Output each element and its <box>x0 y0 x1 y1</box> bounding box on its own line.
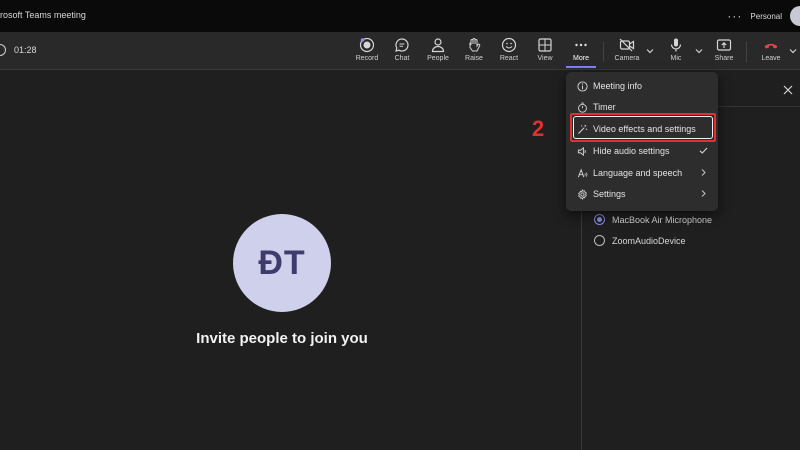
share-screen-icon <box>716 39 732 51</box>
avatar-initials: ĐT <box>258 243 306 282</box>
menu-item-label: Meeting info <box>593 81 643 91</box>
annotation-highlight-box <box>570 113 716 142</box>
shield-icon <box>0 44 6 56</box>
menu-item-hide-audio-settings[interactable]: Hide audio settings <box>566 140 718 162</box>
window-title: rosoft Teams meeting <box>0 10 86 20</box>
meeting-toolbar: 01:28 Record Chat People Raise React Vie… <box>0 32 800 70</box>
chevron-right-icon <box>701 190 706 197</box>
info-icon <box>577 80 588 92</box>
menu-item-label: Timer <box>593 102 616 112</box>
mic-button[interactable]: Mic <box>659 37 693 67</box>
camera-off-icon <box>619 38 635 52</box>
chevron-right-icon <box>701 169 706 176</box>
more-button[interactable]: More <box>564 37 598 67</box>
mic-option-label: MacBook Air Microphone <box>612 214 713 225</box>
raise-label: Raise <box>465 55 483 62</box>
invite-message: Invite people to join you <box>196 330 368 347</box>
record-button[interactable]: Record <box>350 37 384 67</box>
title-bar-right: ··· Personal <box>727 6 800 26</box>
more-label: More <box>573 55 589 62</box>
chat-label: Chat <box>394 55 410 62</box>
record-label: Record <box>355 55 379 62</box>
camera-label: Camera <box>614 55 640 62</box>
more-options-icon[interactable]: ··· <box>727 9 742 23</box>
grid-icon <box>538 38 552 52</box>
chat-button[interactable]: Chat <box>385 37 419 67</box>
mic-option[interactable]: MacBook Air Microphone <box>594 214 712 225</box>
ellipsis-icon <box>575 43 587 47</box>
title-bar: rosoft Teams meeting ··· Personal <box>0 0 800 32</box>
react-button[interactable]: React <box>492 37 526 67</box>
profile-label[interactable]: Personal <box>750 12 782 21</box>
people-button[interactable]: People <box>421 37 455 67</box>
language-icon <box>577 168 588 177</box>
meeting-stage: ĐT Invite people to join you <box>0 71 580 450</box>
menu-item-settings[interactable]: Settings <box>566 183 718 205</box>
leave-button[interactable]: Leave <box>754 37 788 67</box>
more-active-indicator <box>566 66 596 68</box>
meeting-timer: 01:28 <box>0 44 37 56</box>
camera-options-chevron-icon[interactable] <box>645 46 655 56</box>
view-button[interactable]: View <box>528 37 562 67</box>
gear-icon <box>578 188 587 200</box>
menu-item-label: Settings <box>593 189 626 199</box>
radio-unselected[interactable] <box>594 235 605 246</box>
hang-up-icon <box>764 43 778 49</box>
timer-text: 01:28 <box>14 45 37 55</box>
leave-options-chevron-icon[interactable] <box>788 46 798 56</box>
speaker-icon <box>577 146 586 156</box>
menu-item-language-and-speech[interactable]: Language and speech <box>566 162 718 184</box>
react-label: React <box>499 55 519 62</box>
mic-option-label: ZoomAudioDevice <box>612 235 686 246</box>
mic-options-chevron-icon[interactable] <box>694 46 704 56</box>
raise-hand-button[interactable]: Raise <box>457 37 491 67</box>
participant-avatar: ĐT <box>233 214 331 312</box>
toolbar-divider <box>746 42 747 62</box>
microphone-icon <box>670 38 682 52</box>
people-icon <box>431 38 445 53</box>
mic-label: Mic <box>670 55 682 62</box>
people-label: People <box>427 55 449 62</box>
menu-item-meeting-info[interactable]: Meeting info <box>566 75 718 97</box>
view-label: View <box>537 55 553 62</box>
record-icon <box>359 37 375 53</box>
toolbar-divider <box>603 42 604 62</box>
radio-selected[interactable] <box>594 214 605 225</box>
annotation-step-number: 2 <box>532 116 545 141</box>
menu-item-label: Hide audio settings <box>593 146 670 156</box>
leave-label: Leave <box>761 55 781 62</box>
profile-avatar[interactable] <box>790 6 800 26</box>
menu-item-label: Language and speech <box>593 168 683 178</box>
camera-button[interactable]: Camera <box>610 37 644 67</box>
share-label: Share <box>714 55 734 62</box>
stopwatch-icon <box>578 102 587 113</box>
smiley-icon <box>501 37 517 53</box>
share-button[interactable]: Share <box>707 37 741 67</box>
hand-icon <box>469 38 481 52</box>
check-icon <box>699 147 708 154</box>
close-icon[interactable] <box>782 84 794 96</box>
chat-icon <box>395 38 409 52</box>
mic-option[interactable]: ZoomAudioDevice <box>594 235 686 246</box>
